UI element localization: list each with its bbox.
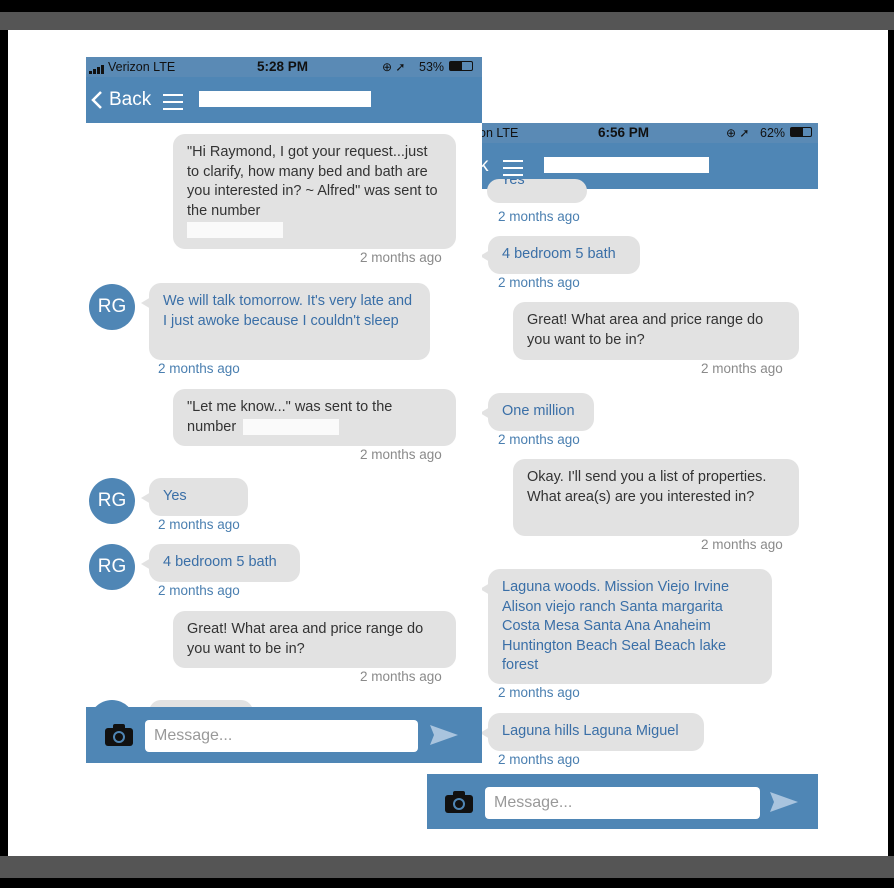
back-label: Back [109,89,152,110]
message-timestamp: 2 months ago [158,517,240,532]
status-bar: on LTE 6:56 PM ⊕ ➚ 62% [427,123,818,143]
message-bubble: Great! What area and price range do you … [513,302,799,360]
camera-icon[interactable] [444,790,474,814]
message-timestamp: 2 months ago [701,537,783,552]
battery-percent: 53% [419,60,445,74]
battery-icon [790,127,812,137]
battery-percent: 62% [760,126,786,140]
avatar[interactable]: RG [89,478,135,524]
navigation-bar: k [427,143,818,189]
message-bubble: One million [480,393,594,431]
message-timestamp: 2 months ago [498,685,580,700]
message-bubble: 4 bedroom 5 bath [141,544,300,582]
message-input[interactable]: Message... [145,720,418,752]
message-composer: Message... [86,707,482,763]
message-timestamp: 2 months ago [360,447,442,462]
avatar[interactable]: RG [89,284,135,330]
message-bubble: Laguna hills Laguna Miguel [480,713,704,751]
bottom-frame-band [0,856,894,878]
hamburger-menu-icon[interactable] [163,94,183,110]
message-timestamp: 2 months ago [158,583,240,598]
message-timestamp: 2 months ago [498,432,580,447]
redacted-phone-number [187,222,283,238]
message-bubble: We will talk tomorrow. It's very late an… [141,283,430,360]
phone-screenshot-right: on LTE 6:56 PM ⊕ ➚ 62% k Yes 2 months ag… [427,123,818,829]
signal-icon [89,63,104,77]
top-frame-band [0,12,894,30]
send-icon[interactable] [429,723,459,747]
message-timestamp: 2 months ago [360,250,442,265]
message-timestamp: 2 months ago [360,669,442,684]
redacted-contact-name [199,91,371,107]
location-icon: ⊕ ➚ [382,60,406,74]
chevron-left-icon [91,91,102,109]
message-bubble: Great! What area and price range do you … [173,611,456,668]
send-icon[interactable] [769,790,799,814]
status-bar: Verizon LTE 5:28 PM ⊕ ➚ 53% [86,57,482,77]
back-button[interactable]: Back [90,89,151,111]
camera-icon[interactable] [104,723,134,747]
redacted-contact-name [544,157,709,173]
message-bubble: Laguna woods. Mission Viejo Irvine Aliso… [480,569,772,684]
message-bubble: 4 bedroom 5 bath [480,236,640,274]
message-timestamp: 2 months ago [158,361,240,376]
message-bubble: "Let me know..." was sent to the number [173,389,456,446]
phone-screenshot-left: Verizon LTE 5:28 PM ⊕ ➚ 53% Back "Hi Ray… [86,57,482,763]
redacted-phone-number [243,419,339,435]
message-bubble: Yes [141,478,248,516]
message-timestamp: 2 months ago [701,361,783,376]
message-timestamp: 2 months ago [498,209,580,224]
battery-icon [449,61,473,71]
message-input[interactable]: Message... [485,787,760,819]
clock: 5:28 PM [257,59,309,74]
message-bubble: Yes [487,179,587,203]
message-bubble: Okay. I'll send you a list of properties… [513,459,799,536]
carrier-label: on LTE [479,126,519,140]
clock: 6:56 PM [598,125,650,140]
avatar[interactable]: RG [89,544,135,590]
navigation-bar: Back [86,77,482,123]
location-icon: ⊕ ➚ [726,126,750,140]
hamburger-menu-icon[interactable] [503,160,523,176]
carrier-label: Verizon LTE [108,60,176,74]
message-timestamp: 2 months ago [498,752,580,767]
message-bubble: "Hi Raymond, I got your request...just t… [173,134,456,249]
message-timestamp: 2 months ago [498,275,580,290]
message-composer: Message... [427,774,818,829]
